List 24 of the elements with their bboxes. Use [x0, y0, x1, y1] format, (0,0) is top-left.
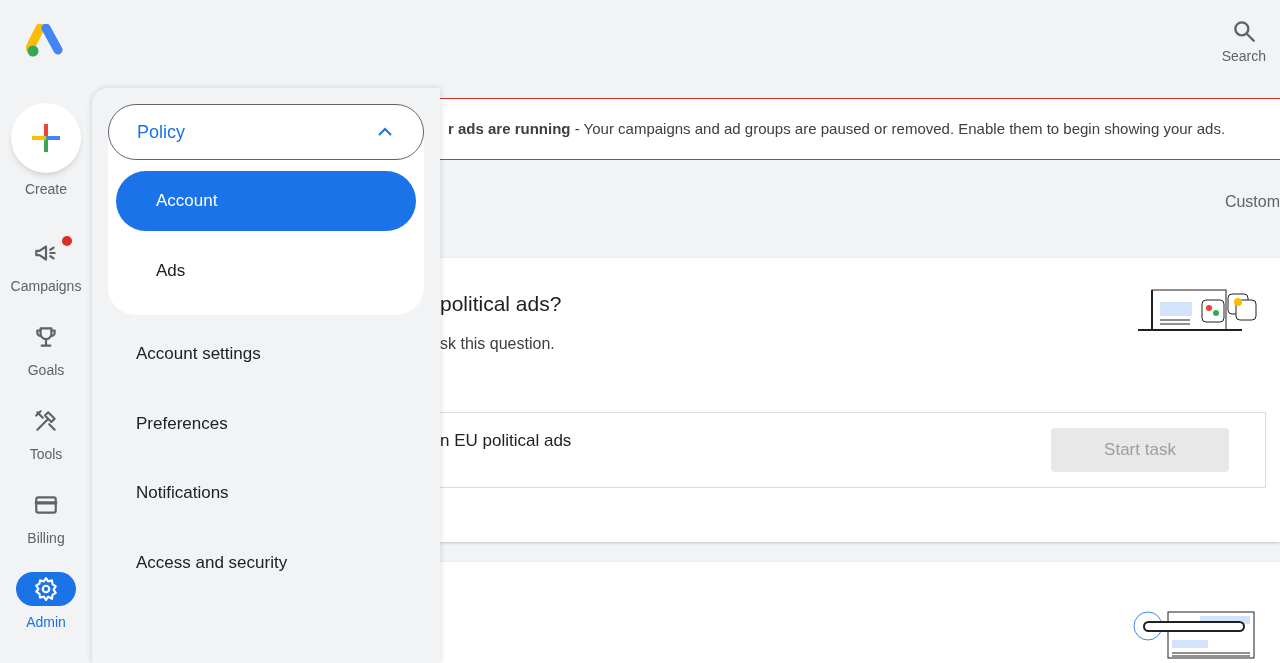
plus-icon [30, 122, 62, 154]
nav-item[interactable]: Tools [2, 404, 90, 470]
menu-item[interactable]: Account [116, 171, 416, 231]
search-button[interactable]: Search [1221, 18, 1266, 67]
menu-item[interactable]: Notifications [108, 458, 424, 528]
card-subtitle: sk this question. [440, 333, 556, 354]
alert-text: r ads are running - Your campaigns and ad groups are paused or removed. Enable them to begin showing your ads. [448, 118, 1226, 139]
menu-item[interactable]: Ads [116, 241, 416, 301]
nav-item[interactable]: Billing [2, 488, 90, 554]
tools-icon [33, 408, 59, 434]
nav-item[interactable]: Campaigns [2, 236, 90, 302]
menu-item[interactable]: Preferences [108, 388, 424, 458]
card-title: political ads? [440, 291, 562, 317]
nav-item[interactable]: Admin [2, 572, 90, 638]
nav-item[interactable]: Goals [2, 320, 90, 386]
task-title: n EU political ads [440, 429, 572, 452]
trophy-icon [33, 324, 59, 350]
create-label: Create [25, 180, 67, 199]
menu-item[interactable]: Account settings [108, 319, 424, 389]
settings-icon [33, 576, 59, 602]
create-button[interactable] [11, 103, 81, 173]
policy-dropdown[interactable]: Policy [108, 104, 424, 160]
customize-label: Custom [1224, 192, 1280, 212]
menu-item[interactable]: Access and security [108, 527, 424, 597]
